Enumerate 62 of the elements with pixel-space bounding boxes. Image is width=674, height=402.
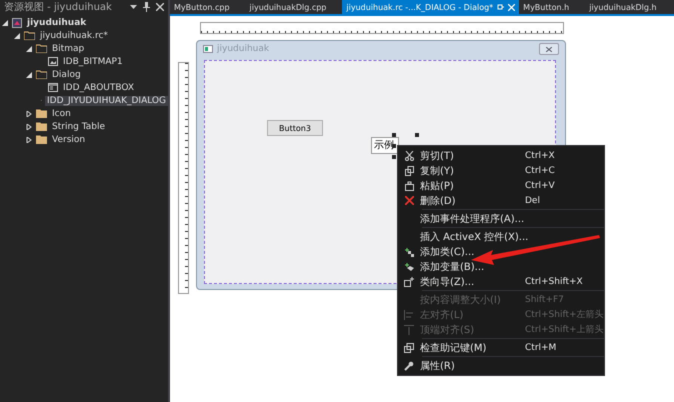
- menu-item[interactable]: 删除(D) Del: [398, 193, 604, 208]
- close-button[interactable]: [539, 43, 559, 55]
- menu-item[interactable]: 添加变量(B)...: [398, 259, 604, 274]
- close-icon[interactable]: [156, 3, 164, 11]
- menu-item[interactable]: 剪切(T) Ctrl+X: [398, 148, 604, 163]
- menu-item[interactable]: 添加事件处理程序(A)...: [398, 211, 604, 226]
- project-icon: [12, 18, 22, 28]
- folder-icon: [36, 135, 47, 144]
- panel-title: 资源视图 - jiyuduihuak: [4, 0, 113, 14]
- folder-icon: [36, 44, 47, 53]
- editor-tab[interactable]: jiyuduihuakDlg.h: [585, 0, 661, 14]
- editor-tab[interactable]: jiyuduihuakDlg.cpp: [246, 0, 330, 14]
- windows-icon: [404, 342, 414, 352]
- editor-tab[interactable]: MyButton.h: [519, 0, 574, 14]
- menu-item[interactable]: 插入 ActiveX 控件(X)...: [398, 229, 604, 244]
- image-icon: [48, 57, 58, 66]
- tree-item[interactable]: String Table: [50, 122, 107, 132]
- app-icon: [203, 45, 213, 53]
- menu-item[interactable]: 复制(Y) Ctrl+C: [398, 163, 604, 178]
- tree-item[interactable]: IDB_BITMAP1: [61, 56, 125, 66]
- folder-icon: [36, 70, 47, 79]
- pin-icon[interactable]: [497, 4, 504, 10]
- wizard-icon: [404, 276, 414, 286]
- add-class-icon: [404, 246, 414, 256]
- editor-tab[interactable]: MyButton.cpp: [170, 0, 234, 14]
- tree-item[interactable]: jiyuduihuak.rc*: [38, 30, 110, 40]
- expanded-icon[interactable]: [26, 46, 32, 52]
- delete-icon: [404, 196, 414, 205]
- scissors-icon: [404, 150, 414, 160]
- tree-item[interactable]: Dialog: [50, 70, 83, 80]
- expanded-icon[interactable]: [2, 20, 8, 26]
- clipboard-icon: [404, 180, 414, 190]
- tree-item[interactable]: Bitmap: [50, 44, 86, 54]
- menu-item[interactable]: 检查助记键(M) Ctrl+M: [398, 340, 604, 355]
- editor-tab[interactable]: jiyuduihuak.rc -...K_DIALOG - Dialog*: [342, 0, 520, 14]
- expanded-icon[interactable]: [14, 32, 20, 38]
- menu-item[interactable]: 属性(R): [398, 358, 604, 373]
- copy-icon: [404, 166, 414, 176]
- tree-item[interactable]: Icon: [50, 108, 73, 118]
- dialog-title: jiyuduihuak: [217, 44, 270, 54]
- tree-item[interactable]: Version: [50, 134, 88, 144]
- close-icon: [546, 46, 552, 52]
- menu-item[interactable]: 粘贴(P) Ctrl+V: [398, 178, 604, 193]
- folder-icon: [36, 109, 47, 118]
- folder-icon: [36, 122, 47, 131]
- menu-item[interactable]: 添加类(C)...: [398, 244, 604, 259]
- tree-item[interactable]: IDD_ABOUTBOX: [61, 82, 136, 92]
- add-variable-icon: [404, 262, 414, 272]
- menu-item[interactable]: 类向导(Z)... Ctrl+Shift+X: [398, 274, 604, 289]
- tree-item[interactable]: jiyuduihuak: [25, 18, 88, 28]
- collapsed-icon[interactable]: [26, 110, 32, 116]
- expanded-icon[interactable]: [26, 72, 32, 78]
- collapsed-icon[interactable]: [26, 136, 32, 142]
- dialog-button[interactable]: Button3: [267, 120, 323, 136]
- align-left-icon: [404, 310, 414, 320]
- pin-icon[interactable]: [143, 2, 150, 12]
- folder-icon: [24, 31, 35, 40]
- dropdown-icon[interactable]: [130, 4, 137, 10]
- collapsed-icon[interactable]: [26, 124, 32, 130]
- tree-item[interactable]: IDD_JIYUDUIHUAK_DIALOG: [45, 96, 168, 106]
- align-top-icon: [404, 324, 414, 334]
- wrench-icon: [404, 360, 414, 370]
